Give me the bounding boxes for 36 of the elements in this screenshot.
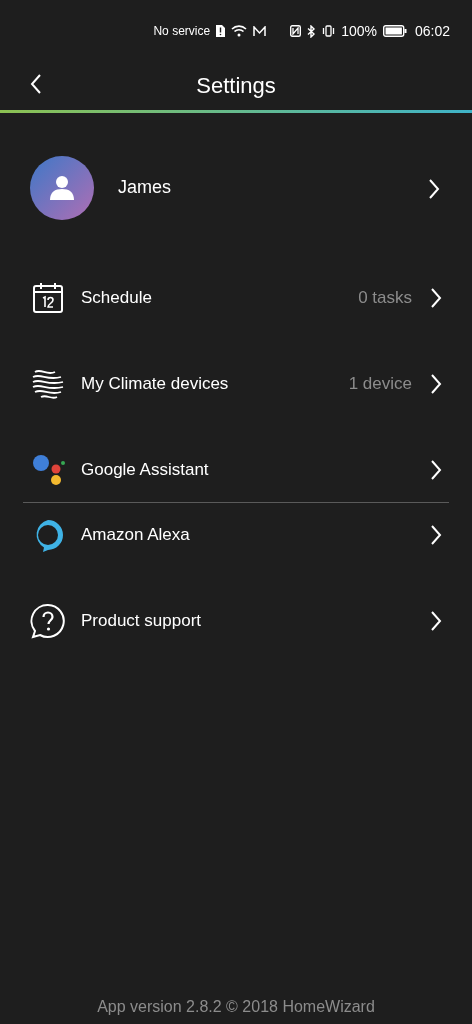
screen-title: Settings	[196, 73, 276, 99]
profile-name: James	[118, 177, 172, 198]
chevron-right-icon	[430, 374, 442, 394]
settings-row[interactable]: Schedule 0 tasks	[0, 266, 472, 330]
nfc-icon	[290, 25, 302, 37]
network-icon	[253, 25, 267, 37]
chevron-right-icon	[430, 460, 442, 480]
settings-row[interactable]: Product support	[0, 589, 472, 653]
sim-alert-icon	[216, 25, 226, 37]
colored-dots-icon	[31, 453, 65, 487]
carrier-status: No service	[153, 24, 211, 38]
clock: 06:02	[414, 23, 450, 39]
wind-waves-icon	[31, 367, 65, 401]
chevron-right-icon	[430, 611, 442, 631]
calendar-icon	[31, 281, 65, 315]
row-label: Google Assistant	[81, 460, 210, 480]
settings-row[interactable]: My Climate devices 1 device	[0, 352, 472, 416]
battery-icon	[382, 25, 407, 37]
vibrate-icon	[322, 25, 336, 37]
row-value: 0 tasks	[358, 288, 412, 308]
settings-row[interactable]: Amazon Alexa	[0, 503, 472, 567]
profile-row[interactable]: James	[0, 113, 472, 221]
chevron-right-icon	[428, 179, 440, 199]
settings-row[interactable]: Google Assistant	[0, 438, 472, 502]
app-version-text: App version 2.8.2 © 2018 HomeWizard	[96, 998, 376, 1017]
row-label: Schedule	[81, 288, 153, 308]
chevron-right-icon	[430, 525, 442, 545]
row-label: Amazon Alexa	[81, 525, 191, 545]
wifi-icon	[231, 25, 248, 37]
row-value: 1 device	[348, 374, 412, 394]
row-label: Product support	[81, 611, 202, 631]
battery-percent: 100%	[341, 23, 377, 39]
help-bubble-icon	[30, 603, 66, 639]
bluetooth-icon	[307, 24, 317, 38]
row-label: My Climate devices	[81, 374, 230, 394]
chevron-right-icon	[430, 288, 442, 308]
